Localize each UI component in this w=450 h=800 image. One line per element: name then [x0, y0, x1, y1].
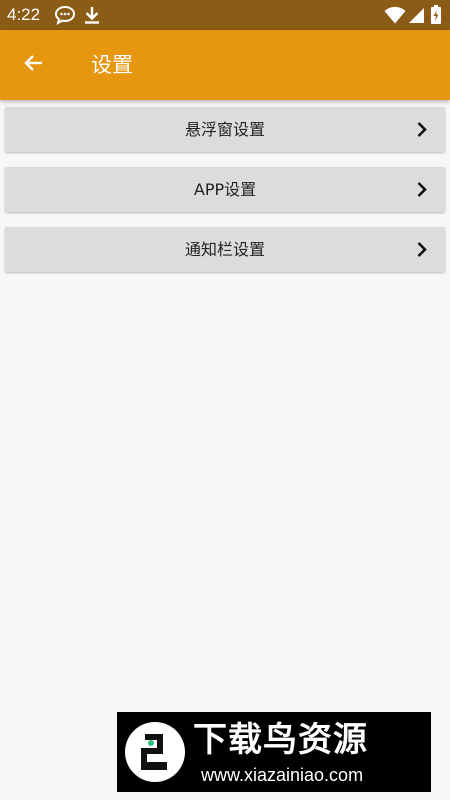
arrow-left-icon [22, 51, 46, 79]
chat-bubble-icon [53, 4, 77, 26]
battery-icon [426, 4, 446, 26]
menu-item-floating-window-settings[interactable]: 悬浮窗设置 [5, 107, 445, 152]
watermark-url: www.xiazainiao.com [201, 765, 364, 785]
menu-item-label: 悬浮窗设置 [184, 120, 265, 139]
menu-item-app-settings[interactable]: APP设置 [5, 167, 445, 212]
chevron-right-icon [415, 120, 429, 139]
menu-item-notification-bar-settings[interactable]: 通知栏设置 [5, 227, 445, 272]
menu-item-label: 通知栏设置 [184, 240, 265, 259]
app-bar: 设置 [0, 30, 450, 100]
chevron-right-icon [415, 180, 429, 199]
page-title: 设置 [91, 53, 133, 77]
back-button[interactable] [14, 45, 54, 85]
wifi-icon [383, 4, 407, 26]
status-bar: 4:22 [0, 0, 450, 30]
watermark-title: 下载鸟资源 [193, 720, 368, 760]
bird-logo-icon [123, 720, 187, 784]
chevron-right-icon [415, 240, 429, 259]
status-time: 4:22 [7, 5, 41, 24]
watermark-banner: 下载鸟资源 www.xiazainiao.com [117, 712, 431, 792]
download-icon [80, 4, 104, 26]
menu-item-label: APP设置 [193, 180, 257, 199]
